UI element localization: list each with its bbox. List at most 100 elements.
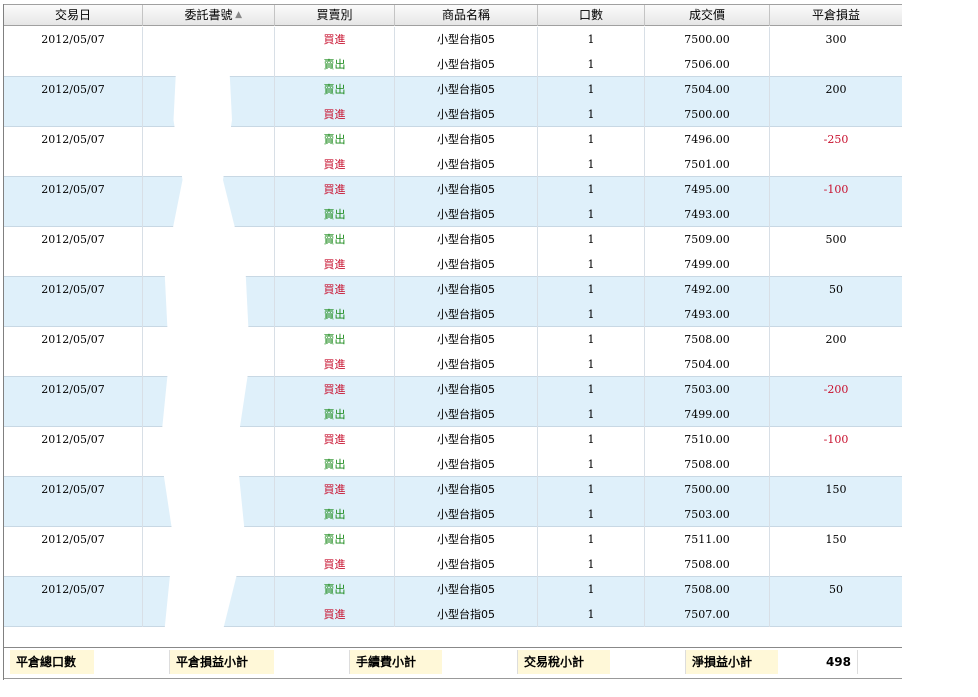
table-row[interactable]: 買進 小型台指05 1 7499.00 <box>4 252 902 277</box>
cell-qty: 1 <box>538 527 645 552</box>
cell-product: 小型台指05 <box>395 202 538 227</box>
cell-price: 7499.00 <box>645 402 770 427</box>
cell-qty: 1 <box>538 352 645 377</box>
cell-date <box>4 252 143 277</box>
cell-side: 買進 <box>275 602 395 627</box>
total-lots-label: 平倉總口數 <box>10 650 94 674</box>
cell-product: 小型台指05 <box>395 77 538 102</box>
table-row[interactable]: 賣出 小型台指05 1 7493.00 <box>4 202 902 227</box>
cell-side: 買進 <box>275 427 395 452</box>
table-row[interactable]: 2012/05/07 買進 小型台指05 1 7492.00 50 <box>4 277 902 302</box>
cell-pnl <box>770 102 902 127</box>
table-row[interactable]: 買進 小型台指05 1 7501.00 <box>4 152 902 177</box>
cell-date: 2012/05/07 <box>4 27 143 52</box>
cell-qty: 1 <box>538 577 645 602</box>
column-header-product[interactable]: 商品名稱 <box>395 5 538 26</box>
cell-date: 2012/05/07 <box>4 177 143 202</box>
cell-side: 賣出 <box>275 202 395 227</box>
table-row[interactable]: 2012/05/07 買進 小型台指05 1 7503.00 -200 <box>4 377 902 402</box>
cell-side: 賣出 <box>275 502 395 527</box>
table-row[interactable]: 2012/05/07 買進 小型台指05 1 7495.00 -100 <box>4 177 902 202</box>
table-row[interactable]: 賣出 小型台指05 1 7503.00 <box>4 502 902 527</box>
fee-subtotal-value <box>442 650 518 674</box>
cell-qty: 1 <box>538 602 645 627</box>
cell-pnl <box>770 52 902 77</box>
cell-price: 7500.00 <box>645 27 770 52</box>
cell-pnl <box>770 152 902 177</box>
column-header-qty[interactable]: 口數 <box>538 5 645 26</box>
table-row[interactable]: 2012/05/07 賣出 小型台指05 1 7504.00 200 <box>4 77 902 102</box>
table-row[interactable]: 買進 小型台指05 1 7500.00 <box>4 102 902 127</box>
cell-qty: 1 <box>538 427 645 452</box>
table-row[interactable]: 2012/05/07 買進 小型台指05 1 7500.00 300 <box>4 27 902 52</box>
cell-date: 2012/05/07 <box>4 377 143 402</box>
grid-bottom-border <box>4 647 902 648</box>
total-lots-value <box>94 650 170 674</box>
fee-subtotal-label: 手續費小計 <box>350 650 442 674</box>
column-header-side[interactable]: 買賣別 <box>275 5 395 26</box>
cell-date <box>4 302 143 327</box>
table-row[interactable]: 2012/05/07 賣出 小型台指05 1 7508.00 50 <box>4 577 902 602</box>
table-row[interactable]: 買進 小型台指05 1 7508.00 <box>4 552 902 577</box>
cell-side: 賣出 <box>275 227 395 252</box>
column-header-price[interactable]: 成交價 <box>645 5 770 26</box>
column-header-order-label: 委託書號 <box>184 8 233 22</box>
table-row[interactable]: 賣出 小型台指05 1 7506.00 <box>4 52 902 77</box>
cell-pnl <box>770 552 902 577</box>
cell-date: 2012/05/07 <box>4 327 143 352</box>
column-header-pnl[interactable]: 平倉損益 <box>770 5 902 26</box>
cell-price: 7508.00 <box>645 577 770 602</box>
cell-side: 買進 <box>275 102 395 127</box>
cell-price: 7503.00 <box>645 502 770 527</box>
cell-price: 7511.00 <box>645 527 770 552</box>
cell-price: 7504.00 <box>645 352 770 377</box>
cell-price: 7501.00 <box>645 152 770 177</box>
cell-qty: 1 <box>538 477 645 502</box>
cell-product: 小型台指05 <box>395 402 538 427</box>
cell-price: 7496.00 <box>645 127 770 152</box>
cell-side: 賣出 <box>275 402 395 427</box>
cell-side: 賣出 <box>275 127 395 152</box>
cell-date: 2012/05/07 <box>4 427 143 452</box>
column-header-order[interactable]: 委託書號 ▲ <box>143 5 275 26</box>
table-row[interactable]: 2012/05/07 買進 小型台指05 1 7510.00 -100 <box>4 427 902 452</box>
cell-product: 小型台指05 <box>395 502 538 527</box>
cell-price: 7510.00 <box>645 427 770 452</box>
table-row[interactable]: 賣出 小型台指05 1 7493.00 <box>4 302 902 327</box>
table-row[interactable]: 買進 小型台指05 1 7504.00 <box>4 352 902 377</box>
cell-pnl: 50 <box>829 283 843 296</box>
cell-pnl <box>770 402 902 427</box>
cell-date: 2012/05/07 <box>4 127 143 152</box>
table-row[interactable]: 2012/05/07 賣出 小型台指05 1 7509.00 500 <box>4 227 902 252</box>
cell-side: 買進 <box>275 477 395 502</box>
cell-price: 7493.00 <box>645 202 770 227</box>
cell-date: 2012/05/07 <box>4 527 143 552</box>
table-row[interactable]: 買進 小型台指05 1 7507.00 <box>4 602 902 627</box>
summary-bar: 平倉總口數 平倉損益小計 手續費小計 交易稅小計 淨損益小計 498 <box>4 650 902 676</box>
net-pnl-value: 498 <box>778 650 858 674</box>
cell-side: 買進 <box>275 27 395 52</box>
table-row[interactable]: 2012/05/07 賣出 小型台指05 1 7511.00 150 <box>4 527 902 552</box>
cell-qty: 1 <box>538 102 645 127</box>
table-row[interactable]: 賣出 小型台指05 1 7499.00 <box>4 402 902 427</box>
table-row[interactable]: 2012/05/07 賣出 小型台指05 1 7508.00 200 <box>4 327 902 352</box>
cell-date: 2012/05/07 <box>4 77 143 102</box>
cell-product: 小型台指05 <box>395 377 538 402</box>
cell-pnl <box>770 502 902 527</box>
cell-date <box>4 102 143 127</box>
table-row[interactable]: 2012/05/07 買進 小型台指05 1 7500.00 150 <box>4 477 902 502</box>
cell-pnl: 200 <box>825 333 847 346</box>
table-row[interactable]: 2012/05/07 賣出 小型台指05 1 7496.00 -250 <box>4 127 902 152</box>
cell-product: 小型台指05 <box>395 277 538 302</box>
cell-side: 賣出 <box>275 327 395 352</box>
cell-price: 7509.00 <box>645 227 770 252</box>
cell-qty: 1 <box>538 402 645 427</box>
cell-side: 賣出 <box>275 527 395 552</box>
cell-product: 小型台指05 <box>395 127 538 152</box>
column-header-date[interactable]: 交易日 <box>4 5 143 26</box>
cell-product: 小型台指05 <box>395 577 538 602</box>
table-row[interactable]: 賣出 小型台指05 1 7508.00 <box>4 452 902 477</box>
pnl-subtotal-label: 平倉損益小計 <box>170 650 274 674</box>
cell-qty: 1 <box>538 377 645 402</box>
cell-product: 小型台指05 <box>395 477 538 502</box>
